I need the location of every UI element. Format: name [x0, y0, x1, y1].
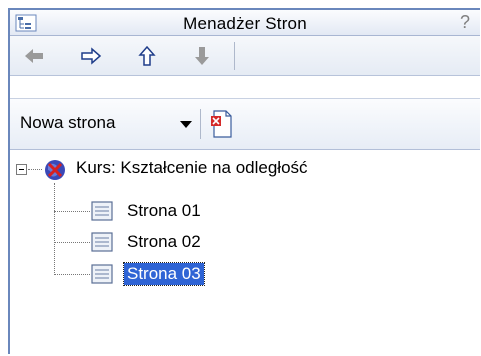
help-icon[interactable]: ?	[460, 12, 470, 33]
tree-connector	[28, 169, 42, 170]
toolbar-divider	[234, 42, 235, 70]
toolbar-divider	[200, 109, 201, 139]
course-globe-icon	[45, 160, 65, 180]
tree-item-strona-02[interactable]: Strona 02	[124, 231, 204, 253]
tree-item-strona-01[interactable]: Strona 01	[124, 200, 204, 222]
page-toolbar: Nowa strona	[10, 98, 480, 150]
navigation-bar	[10, 36, 480, 76]
page-manager-panel: Menadżer Stron ? Nowa strona Kurs: Kszta…	[8, 8, 480, 354]
tree-item-strona-03[interactable]: Strona 03	[123, 262, 205, 286]
page-document-icon	[91, 201, 113, 221]
arrow-up-icon[interactable]	[135, 44, 159, 68]
dropdown-arrow-icon[interactable]	[180, 121, 192, 129]
new-page-button[interactable]: Nowa strona	[20, 113, 115, 133]
page-document-icon	[91, 232, 113, 252]
title-bar: Menadżer Stron ?	[10, 10, 480, 36]
tree-connector	[54, 183, 55, 275]
tree-root-label[interactable]: Kurs: Kształcenie na odległość	[76, 158, 308, 178]
new-document-icon[interactable]	[210, 109, 234, 139]
arrow-right-icon[interactable]	[79, 44, 103, 68]
arrow-left-icon[interactable]	[22, 44, 46, 68]
collapse-toggle-icon[interactable]	[16, 164, 27, 175]
tree-connector	[54, 211, 90, 212]
page-document-icon	[91, 264, 113, 284]
page-tree: Kurs: Kształcenie na odległość Strona 01…	[10, 150, 480, 356]
tree-connector	[54, 274, 90, 275]
window-title: Menadżer Stron	[183, 14, 307, 33]
tree-connector	[54, 242, 90, 243]
arrow-down-icon[interactable]	[190, 44, 214, 68]
